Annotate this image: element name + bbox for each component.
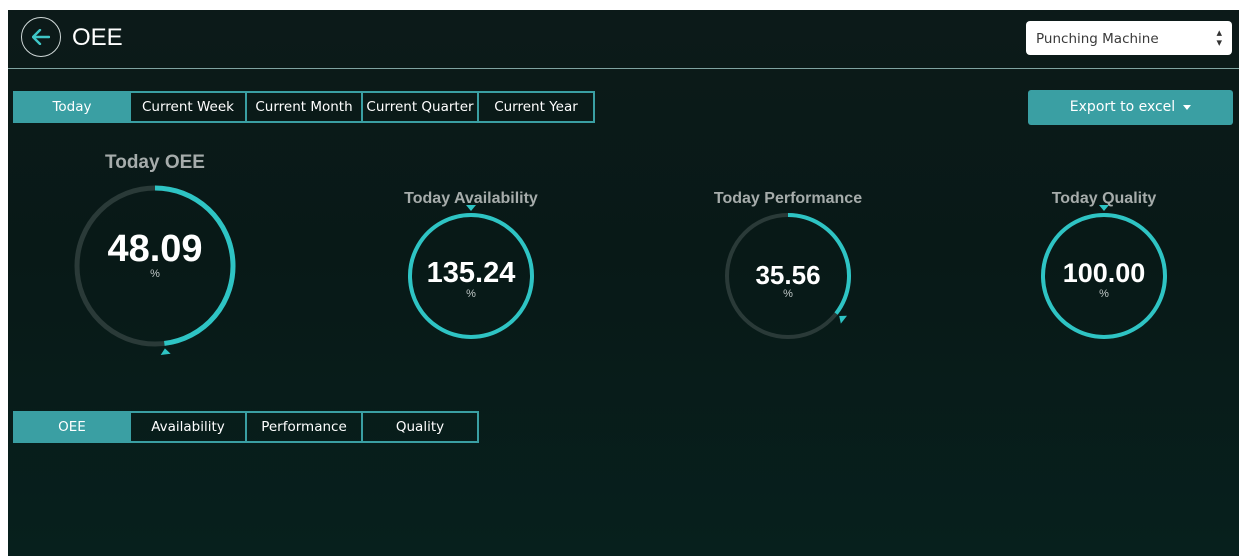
back-arrow-icon bbox=[32, 29, 50, 45]
tab-oee[interactable]: OEE bbox=[13, 411, 131, 443]
tab-current-quarter[interactable]: Current Quarter bbox=[361, 91, 479, 123]
export-label: Export to excel bbox=[1069, 99, 1176, 115]
gauge-value-quality: 100.00 bbox=[1062, 258, 1146, 288]
header-bar: OEE Punching Machine ▴ ▾ bbox=[8, 10, 1239, 69]
gauge-unit-performance: % bbox=[783, 288, 793, 300]
metric-tabs: OEE Availability Performance Quality bbox=[13, 411, 479, 443]
page-title: OEE bbox=[72, 24, 123, 51]
gauge-value-performance: 35.56 bbox=[755, 260, 821, 290]
caret-down-icon bbox=[1183, 104, 1192, 110]
gauge-title-performance: Today Performance bbox=[713, 190, 863, 207]
gauge-value-availability: 135.24 bbox=[426, 257, 516, 289]
tab-performance[interactable]: Performance bbox=[245, 411, 363, 443]
tab-current-week[interactable]: Current Week bbox=[129, 91, 247, 123]
oee-dashboard: OEE Punching Machine ▴ ▾ Today Current We… bbox=[8, 10, 1239, 556]
gauge-title-oee: Today OEE bbox=[105, 152, 205, 173]
export-to-excel-button[interactable]: Export to excel bbox=[1028, 90, 1233, 125]
gauge-value-oee: 48.09 bbox=[107, 228, 203, 270]
period-tabs: Today Current Week Current Month Current… bbox=[13, 91, 595, 123]
tab-today[interactable]: Today bbox=[13, 91, 131, 123]
gauge-unit-availability: % bbox=[466, 288, 476, 300]
machine-select-value: Punching Machine bbox=[1036, 31, 1159, 47]
gauge-unit-quality: % bbox=[1099, 288, 1109, 300]
gauge-marker bbox=[466, 205, 476, 211]
gauge-marker bbox=[160, 348, 171, 355]
tab-quality[interactable]: Quality bbox=[361, 411, 479, 443]
tab-current-year[interactable]: Current Year bbox=[477, 91, 595, 123]
gauge-unit-oee: % bbox=[150, 268, 160, 280]
tab-current-month[interactable]: Current Month bbox=[245, 91, 363, 123]
machine-select[interactable]: Punching Machine ▴ ▾ bbox=[1026, 21, 1232, 55]
gauge-marker bbox=[1099, 205, 1109, 211]
back-button[interactable] bbox=[21, 17, 61, 57]
tab-availability[interactable]: Availability bbox=[129, 411, 247, 443]
